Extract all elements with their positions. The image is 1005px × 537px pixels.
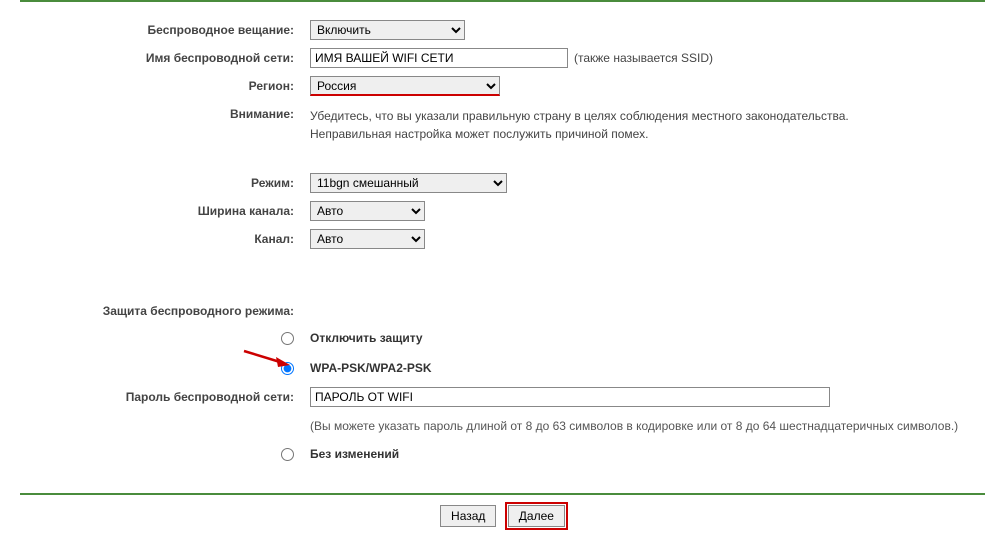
region-select[interactable]: Россия [310,76,500,96]
wireless-radio-select[interactable]: Включить [310,20,465,40]
label-wireless-radio: Беспроводное вещание: [20,20,310,37]
label-ssid: Имя беспроводной сети: [20,48,310,65]
label-password: Пароль беспроводной сети: [20,387,310,404]
label-mode: Режим: [20,173,310,190]
label-attention: Внимание: [20,104,310,121]
password-hint: (Вы можете указать пароль длиной от 8 до… [310,415,958,433]
channel-width-select[interactable]: Авто [310,201,425,221]
label-region: Регион: [20,76,310,93]
channel-select[interactable]: Авто [310,229,425,249]
mode-select[interactable]: 11bgn смешанный [310,173,507,193]
label-security: Защита беспроводного режима: [20,301,310,318]
security-label-nochange: Без изменений [310,445,399,461]
security-radio-wpa[interactable] [281,362,294,375]
label-channel: Канал: [20,229,310,246]
back-button[interactable]: Назад [440,505,496,527]
security-radio-nochange[interactable] [281,448,294,461]
ssid-input[interactable] [310,48,568,68]
security-label-wpa: WPA-PSK/WPA2-PSK [310,359,432,375]
attention-text: Убедитесь, что вы указали правильную стр… [310,104,870,143]
label-channel-width: Ширина канала: [20,201,310,218]
next-button[interactable]: Далее [508,505,565,527]
password-input[interactable] [310,387,830,407]
security-label-disable: Отключить защиту [310,329,423,345]
ssid-hint: (также называется SSID) [574,51,713,65]
security-radio-disable[interactable] [281,332,294,345]
